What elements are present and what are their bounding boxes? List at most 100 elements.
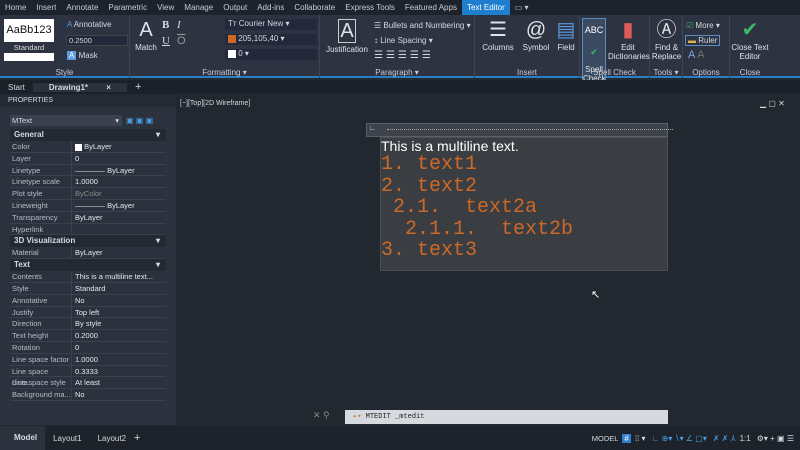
property-row[interactable]: Plot style ByColor — [10, 188, 166, 200]
tab-annotate[interactable]: Annotate — [61, 0, 103, 15]
property-row[interactable]: Transparency ByLayer — [10, 211, 166, 224]
grid-icon[interactable]: # — [622, 433, 631, 443]
bullets-button[interactable]: ☰ Bullets and Numbering ▾ — [374, 21, 471, 30]
tab-add-ins[interactable]: Add-ins — [252, 0, 289, 15]
property-row[interactable]: Line space factor 1.0000 — [10, 353, 166, 366]
text-style-icons[interactable]: A A — [688, 49, 705, 61]
viewport-controls[interactable]: [−][Top][2D Wireframe] — [180, 100, 250, 107]
match-button[interactable]: A Match — [132, 19, 160, 52]
mtext-editor[interactable]: ∟ This is a multiline text. 1. text1 2. … — [366, 123, 673, 271]
tab-type-icon[interactable]: ∟ — [369, 125, 376, 132]
tab-text-editor[interactable]: Text Editor — [461, 0, 510, 15]
property-row[interactable]: Line space dista... 0.3333 — [10, 365, 166, 387]
style-gallery[interactable]: AaBb123 Standard — [4, 19, 54, 61]
layout-tab-model[interactable]: Model — [0, 426, 46, 450]
paragraph-panel: A Justification ☰ Bullets and Numbering ▾… — [320, 15, 475, 78]
italic-button[interactable]: I — [177, 19, 181, 31]
underline-button[interactable]: U — [162, 35, 170, 47]
annotation-scale-icons[interactable]: ✗ ✗ ⅄ — [713, 434, 736, 443]
drawing-tab[interactable]: Drawing1* × — [32, 82, 127, 92]
font-dropdown[interactable]: Tт Courier New ▾ — [225, 19, 317, 30]
section-general[interactable]: General ▾ — [10, 129, 166, 141]
property-row[interactable]: Layer 0 — [10, 152, 166, 165]
tab-output[interactable]: Output — [218, 0, 252, 15]
add-layout-icon[interactable]: + — [134, 432, 140, 444]
new-tab-icon[interactable]: + — [127, 81, 149, 93]
model-space-button[interactable]: MODEL — [592, 434, 619, 443]
close-text-editor-button[interactable]: ✔ Close Text Editor — [730, 19, 770, 61]
section-text[interactable]: Text ▾ — [10, 259, 166, 272]
style-panel-label: Style — [55, 68, 74, 77]
property-row[interactable]: Linetype ———— ByLayer — [10, 164, 166, 177]
color-dropdown[interactable]: 205,105,40 ▾ — [225, 34, 317, 45]
tab-collaborate[interactable]: Collaborate — [289, 0, 340, 15]
columns-icon: ☰ — [489, 19, 507, 41]
property-row[interactable]: Material ByLayer — [10, 247, 166, 260]
background-dropdown[interactable]: 0 ▾ — [225, 49, 317, 60]
ruler-toggle[interactable]: ▬ Ruler — [685, 35, 721, 46]
text-height-input[interactable]: 0.2500 — [66, 35, 128, 46]
columns-button[interactable]: ☰ Columns — [479, 19, 517, 52]
tab-insert[interactable]: Insert — [31, 0, 61, 15]
field-button[interactable]: ▤ Field — [555, 19, 577, 52]
command-close-icon[interactable]: ✕ ⚲ — [313, 410, 330, 421]
alignment-buttons[interactable]: ☰☰☰☰☰ — [374, 50, 434, 61]
overline-button[interactable]: O — [177, 35, 186, 47]
tab-view[interactable]: View — [152, 0, 179, 15]
tab-express-tools[interactable]: Express Tools — [340, 0, 400, 15]
property-row[interactable]: Lineweight ———— ByLayer — [10, 199, 166, 212]
justification-icon: A — [338, 19, 356, 43]
quick-select-icon[interactable]: ▣ ▣ ▣ — [126, 116, 153, 125]
tools-panel-label[interactable]: Tools ▾ — [650, 68, 682, 77]
mask-button[interactable]: A Mask — [67, 51, 98, 60]
bold-button[interactable]: B — [162, 19, 169, 31]
color-swatch — [228, 34, 236, 43]
property-row[interactable]: Direction By style — [10, 318, 166, 331]
tools-panel: Ⓐ Find & Replace Tools ▾ — [650, 15, 683, 78]
line-spacing-button[interactable]: ↕ Line Spacing ▾ — [374, 36, 433, 45]
settings-icons[interactable]: ⚙▾ + ▣ ☰ — [757, 434, 794, 443]
symbol-button[interactable]: @ Symbol — [519, 19, 553, 52]
command-line[interactable]: ▸▾ MTEDIT _mtedit — [345, 410, 668, 424]
close-icon[interactable]: × — [98, 83, 119, 92]
formatting-panel-label[interactable]: Formatting ▾ — [130, 68, 319, 77]
property-row[interactable]: Text height 0.2000 — [10, 330, 166, 342]
property-row[interactable]: Contents This is a multiline text... — [10, 271, 166, 283]
color-swatch — [75, 143, 82, 151]
tab-manage[interactable]: Manage — [179, 0, 218, 15]
more-button[interactable]: ☑ More ▾ — [686, 21, 720, 30]
tab-featured-apps[interactable]: Featured Apps — [400, 0, 462, 15]
property-row[interactable]: Style Standard — [10, 282, 166, 295]
edit-dictionaries-button[interactable]: ▮ Edit Dictionaries — [608, 19, 650, 61]
mtext-content[interactable]: This is a multiline text. 1. text1 2. te… — [380, 137, 668, 271]
section-3d-visualization[interactable]: 3D Visualization ▾ — [10, 235, 166, 248]
start-tab[interactable]: Start — [0, 83, 33, 92]
insert-panel: ☰ Columns @ Symbol ▤ Field Insert — [475, 15, 580, 78]
tab-parametric[interactable]: Parametric — [103, 0, 152, 15]
property-row[interactable]: Rotation 0 — [10, 341, 166, 354]
layout-tab-layout1[interactable]: Layout1 — [45, 434, 89, 443]
property-row[interactable]: Annotative No — [10, 294, 166, 307]
tab-home[interactable]: Home — [0, 0, 31, 15]
truetype-icon: Tт — [228, 19, 239, 28]
justification-button[interactable]: A Justification — [324, 19, 370, 54]
ribbon: AaBb123 Standard A Annotative 0.2500 A M… — [0, 15, 800, 84]
viewport-window-controls[interactable]: ▁ ▢ ✕ — [760, 99, 785, 108]
mtext-ruler[interactable]: ∟ — [366, 123, 673, 137]
layout-tab-layout2[interactable]: Layout2 — [90, 434, 134, 443]
property-row[interactable]: Color ByLayer — [10, 141, 166, 153]
snap-icon[interactable]: ⁞⁞ ▾ — [635, 434, 646, 443]
property-row[interactable]: Background ma... No — [10, 389, 166, 401]
ribbon-tabs: Home Insert Annotate Parametric View Man… — [0, 0, 800, 15]
property-row[interactable]: Justify Top left — [10, 306, 166, 319]
annotation-scale[interactable]: 1:1 — [740, 434, 751, 443]
ortho-polar-icons[interactable]: ∟ ⊕▾ ∖▾ ∠ ▢▾ — [652, 434, 707, 443]
find-replace-button[interactable]: Ⓐ Find & Replace — [650, 19, 683, 61]
object-type-select[interactable]: MText ▾ — [10, 115, 122, 126]
workspace-dropdown[interactable]: ▭ ▾ — [510, 0, 534, 15]
property-row[interactable]: Hyperlink — [10, 223, 166, 236]
property-row[interactable]: Linetype scale 1.0000 — [10, 176, 166, 189]
annotative-button[interactable]: A Annotative — [67, 20, 112, 29]
paragraph-panel-label[interactable]: Paragraph ▾ — [320, 68, 474, 77]
property-row[interactable]: Line space style At least — [10, 377, 166, 390]
